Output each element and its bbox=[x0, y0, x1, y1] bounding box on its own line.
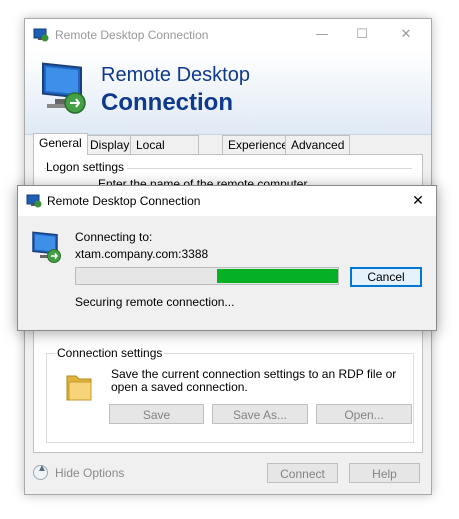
rdp-monitor-icon bbox=[42, 62, 86, 114]
connection-status: Securing remote connection... bbox=[75, 295, 235, 309]
cancel-button[interactable]: Cancel bbox=[350, 267, 422, 287]
connection-settings-label: Connection settings bbox=[55, 346, 165, 360]
tab-local-resources[interactable]: Local Resources bbox=[130, 135, 200, 170]
save-as-button[interactable]: Save As... bbox=[212, 404, 308, 424]
close-button[interactable]: ✕ bbox=[383, 19, 429, 51]
maximize-button[interactable]: ☐ bbox=[339, 19, 385, 51]
hide-options-label: Hide Options bbox=[55, 466, 125, 480]
connection-settings-group: Connection settings Save the current con… bbox=[46, 346, 414, 443]
logon-settings-label: Logon settings bbox=[46, 160, 128, 174]
tab-experience[interactable]: Experience bbox=[222, 135, 295, 154]
connecting-dialog: Remote Desktop Connection ✕ Connecting t… bbox=[17, 185, 437, 331]
tab-general[interactable]: General bbox=[33, 133, 88, 155]
banner-title-line2: Connection bbox=[101, 89, 233, 116]
tab-display[interactable]: Display bbox=[84, 135, 136, 154]
rdp-app-icon bbox=[26, 194, 42, 208]
tab-advanced[interactable]: Advanced bbox=[285, 135, 351, 154]
rdp-monitor-icon bbox=[32, 231, 61, 263]
banner: Remote Desktop Connection bbox=[25, 51, 431, 135]
connect-button[interactable]: Connect bbox=[267, 463, 338, 483]
chevron-up-icon: ▲ bbox=[33, 463, 48, 480]
banner-title-line1: Remote Desktop bbox=[101, 64, 250, 86]
main-window-title: Remote Desktop Connection bbox=[55, 28, 209, 42]
rdp-app-icon bbox=[33, 28, 49, 42]
folder-icon bbox=[66, 375, 92, 401]
connecting-label: Connecting to: bbox=[75, 230, 153, 244]
connection-progress-bar bbox=[75, 267, 339, 285]
open-button[interactable]: Open... bbox=[316, 404, 412, 424]
progress-fill bbox=[217, 269, 338, 283]
dialog-titlebar[interactable]: Remote Desktop Connection ✕ bbox=[18, 186, 436, 216]
connection-settings-description: Save the current connection settings to … bbox=[111, 367, 397, 394]
dialog-title: Remote Desktop Connection bbox=[47, 194, 201, 208]
main-titlebar[interactable]: Remote Desktop Connection — ☐ ✕ bbox=[25, 19, 431, 51]
help-button[interactable]: Help bbox=[349, 463, 420, 483]
dialog-close-button[interactable]: ✕ bbox=[400, 186, 436, 216]
connecting-host: xtam.company.com:3388 bbox=[75, 247, 209, 261]
save-button[interactable]: Save bbox=[109, 404, 204, 424]
